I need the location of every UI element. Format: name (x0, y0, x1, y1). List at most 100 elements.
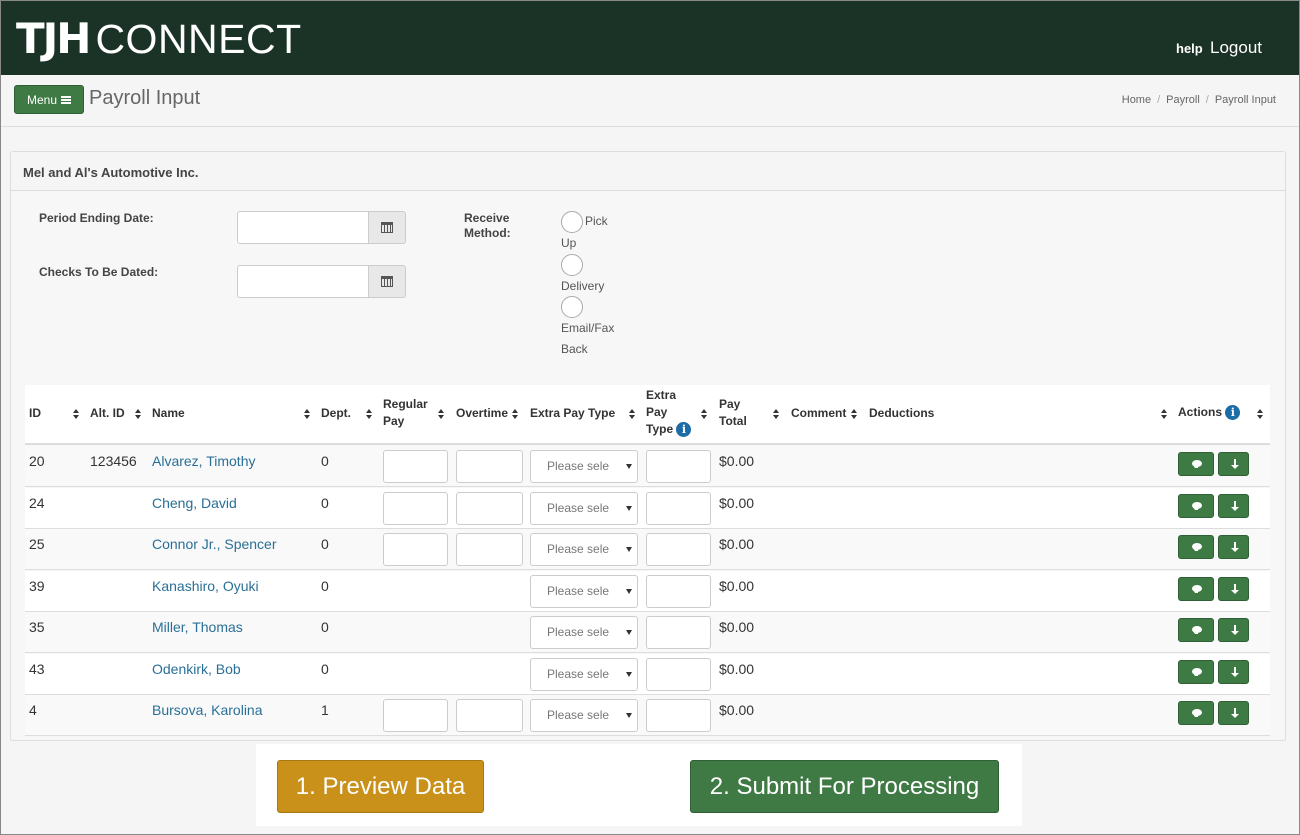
th-extra-pay-type-2[interactable]: Extra Pay Type i (646, 387, 692, 438)
sort-icon[interactable] (629, 409, 636, 419)
th-deductions[interactable]: Deductions (869, 405, 934, 422)
deductions-button[interactable] (1218, 701, 1249, 725)
preview-data-button[interactable]: 1. Preview Data (277, 760, 484, 813)
deductions-button[interactable] (1218, 452, 1249, 476)
comment-icon (1192, 709, 1202, 717)
logo-connect-text: CONNECT (95, 16, 302, 62)
employee-name-link[interactable]: Connor Jr., Spencer (152, 536, 277, 552)
extra-pay-amount-input[interactable] (646, 574, 711, 608)
sort-icon[interactable] (438, 409, 445, 419)
th-pay-total-line1: Pay (719, 397, 741, 411)
checks-dated-calendar-button[interactable] (369, 265, 406, 298)
deductions-button[interactable] (1218, 618, 1249, 642)
sort-icon[interactable] (1257, 409, 1264, 419)
th-name[interactable]: Name (152, 405, 185, 422)
extra-pay-amount-input[interactable] (646, 616, 711, 649)
extra-pay-type-select[interactable]: Please select (530, 699, 638, 732)
extra-pay-type-select[interactable]: Please select (530, 657, 638, 691)
extra-pay-type-select[interactable]: Please select (530, 450, 638, 483)
panel-heading: Mel and Al's Automotive Inc. (11, 152, 1285, 191)
extra-pay-amount-input[interactable] (646, 533, 711, 566)
sort-icon[interactable] (701, 409, 708, 419)
arrow-down-icon (1231, 708, 1239, 718)
overtime-input[interactable] (456, 450, 523, 483)
sort-icon[interactable] (773, 409, 780, 419)
regular-pay-input[interactable] (383, 699, 448, 732)
cell-dept: 0 (321, 619, 329, 635)
breadcrumb-home[interactable]: Home (1122, 94, 1151, 106)
regular-pay-input[interactable] (383, 533, 448, 566)
comment-button[interactable] (1178, 493, 1214, 518)
th-id[interactable]: ID (29, 405, 41, 422)
th-extra-pay-type[interactable]: Extra Pay Type (530, 405, 615, 422)
regular-pay-input[interactable] (383, 450, 448, 483)
menu-button[interactable]: Menu (14, 85, 84, 114)
employee-name-link[interactable]: Alvarez, Timothy (152, 453, 255, 469)
radio-delivery[interactable] (561, 254, 583, 276)
sort-icon[interactable] (73, 409, 80, 419)
logout-link[interactable]: Logout (1210, 38, 1262, 58)
extra-pay-amount-input[interactable] (646, 699, 711, 732)
radio-email-fax-back[interactable] (561, 296, 583, 318)
th-actions[interactable]: Actions i (1178, 404, 1241, 421)
radio-pick-up[interactable] (561, 211, 583, 233)
sort-icon[interactable] (135, 409, 142, 419)
overtime-input[interactable] (456, 491, 523, 525)
extra-pay-type-select[interactable]: Please select (530, 616, 638, 649)
overtime-input[interactable] (456, 699, 523, 732)
tjh-connect-logo[interactable]: TJH CONNECT (16, 16, 302, 62)
breadcrumb-separator: / (1205, 94, 1209, 106)
comment-button[interactable] (1178, 659, 1214, 684)
comment-button[interactable] (1178, 576, 1214, 601)
overtime-input[interactable] (456, 533, 523, 566)
employee-name-link[interactable]: Cheng, David (152, 495, 237, 511)
deductions-button[interactable] (1218, 659, 1249, 684)
cell-pay-total: $0.00 (719, 536, 755, 552)
comment-button[interactable] (1178, 701, 1214, 725)
employee-name-link[interactable]: Odenkirk, Bob (152, 661, 241, 677)
extra-pay-amount-input[interactable] (646, 491, 711, 525)
th-pay-total[interactable]: Pay Total (719, 396, 747, 430)
breadcrumb-payroll[interactable]: Payroll (1166, 94, 1200, 106)
checks-dated-date-input[interactable] (237, 265, 369, 298)
cell-pay-total: $0.00 (719, 453, 755, 469)
period-ending-date-input[interactable] (237, 211, 369, 244)
employee-name-link[interactable]: Bursova, Karolina (152, 702, 263, 718)
sort-icon[interactable] (366, 409, 373, 419)
info-icon[interactable]: i (676, 422, 692, 438)
sort-icon[interactable] (851, 409, 858, 419)
sort-icon[interactable] (1161, 409, 1168, 419)
employee-name-link[interactable]: Kanashiro, Oyuki (152, 578, 259, 594)
help-link[interactable]: help (1176, 41, 1203, 56)
cell-pay-total: $0.00 (719, 702, 755, 718)
extra-pay-type-select[interactable]: Please select (530, 491, 638, 525)
employee-name-link[interactable]: Miller, Thomas (152, 619, 243, 635)
extra-pay-type-select[interactable]: Please select (530, 574, 638, 608)
extra-pay-amount-input[interactable] (646, 657, 711, 691)
submit-for-processing-button[interactable]: 2. Submit For Processing (690, 760, 999, 813)
comment-button[interactable] (1178, 452, 1214, 476)
period-ending-calendar-button[interactable] (369, 211, 406, 244)
th-regular-pay[interactable]: Regular Pay (383, 396, 428, 430)
sort-icon[interactable] (512, 409, 519, 419)
th-pay-total-line2: Total (719, 414, 747, 428)
th-overtime[interactable]: Overtime (456, 405, 508, 422)
extra-pay-type-select[interactable]: Please select (530, 533, 638, 566)
sort-icon[interactable] (304, 409, 311, 419)
comment-button[interactable] (1178, 535, 1214, 559)
deductions-button[interactable] (1218, 493, 1249, 518)
info-icon[interactable]: i (1225, 405, 1241, 421)
comment-button[interactable] (1178, 618, 1214, 642)
th-dept[interactable]: Dept. (321, 405, 351, 422)
deductions-button[interactable] (1218, 576, 1249, 601)
th-regular-pay-line1: Regular (383, 397, 428, 411)
chevron-down-icon (626, 671, 632, 677)
cell-id: 25 (29, 536, 45, 552)
th-alt-id[interactable]: Alt. ID (90, 405, 125, 422)
deductions-button[interactable] (1218, 535, 1249, 559)
radio-email-fax-label-line2: Back (561, 342, 588, 356)
cell-pay-total: $0.00 (719, 660, 755, 677)
th-comment[interactable]: Comment (791, 405, 846, 422)
regular-pay-input[interactable] (383, 491, 448, 525)
extra-pay-amount-input[interactable] (646, 450, 711, 483)
